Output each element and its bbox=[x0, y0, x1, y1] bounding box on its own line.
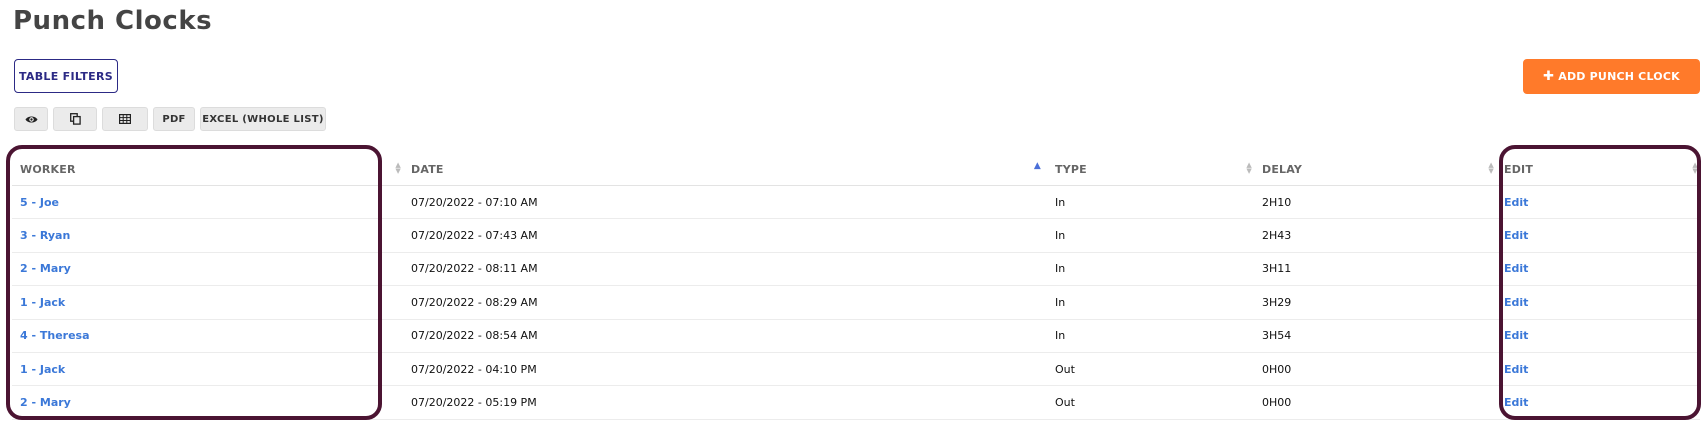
copy-icon bbox=[69, 113, 81, 125]
sort-icon: ▲ ▼ bbox=[1692, 161, 1698, 175]
excel-button[interactable]: EXCEL (WHOLE LIST) bbox=[200, 107, 326, 131]
delay-cell: 0H00 bbox=[1254, 352, 1496, 387]
date-cell: 07/20/2022 - 08:29 AM bbox=[403, 285, 1047, 320]
delay-cell: 0H00 bbox=[1254, 385, 1496, 420]
punch-clock-table: WORKER ▲ ▼ DATE ▲ TYPE ▲ ▼ DELAY ▲ ▼ EDIT ▲… bbox=[12, 153, 1700, 420]
column-header-worker[interactable]: WORKER ▲ ▼ bbox=[12, 153, 403, 186]
type-cell: Out bbox=[1047, 385, 1254, 420]
delay-cell: 2H43 bbox=[1254, 218, 1496, 253]
edit-link[interactable]: Edit bbox=[1496, 185, 1700, 220]
sort-icon: ▲ ▼ bbox=[1246, 161, 1252, 175]
date-cell: 07/20/2022 - 05:19 PM bbox=[403, 385, 1047, 420]
worker-link[interactable]: 3 - Ryan bbox=[12, 218, 403, 253]
table-row: 2 - Mary 07/20/2022 - 05:19 PM Out 0H00 … bbox=[12, 385, 1700, 420]
table-icon bbox=[119, 114, 131, 124]
date-cell: 07/20/2022 - 04:10 PM bbox=[403, 352, 1047, 387]
add-punch-clock-button[interactable]: ✚ ADD PUNCH CLOCK bbox=[1523, 59, 1700, 94]
table-row: 2 - Mary 07/20/2022 - 08:11 AM In 3H11 E… bbox=[12, 252, 1700, 287]
table-row: 1 - Jack 07/20/2022 - 08:29 AM In 3H29 E… bbox=[12, 285, 1700, 320]
date-cell: 07/20/2022 - 07:43 AM bbox=[403, 218, 1047, 253]
worker-link[interactable]: 2 - Mary bbox=[12, 252, 403, 287]
type-cell: In bbox=[1047, 185, 1254, 220]
table-filters-button[interactable]: TABLE FILTERS bbox=[14, 59, 118, 93]
sort-icon: ▲ ▼ bbox=[395, 161, 401, 175]
column-header-date[interactable]: DATE ▲ bbox=[403, 153, 1047, 186]
table-row: 5 - Joe 07/20/2022 - 07:10 AM In 2H10 Ed… bbox=[12, 185, 1700, 220]
table-header-row: WORKER ▲ ▼ DATE ▲ TYPE ▲ ▼ DELAY ▲ ▼ EDIT ▲… bbox=[12, 153, 1700, 186]
edit-link[interactable]: Edit bbox=[1496, 252, 1700, 287]
edit-link[interactable]: Edit bbox=[1496, 385, 1700, 420]
type-cell: In bbox=[1047, 218, 1254, 253]
type-cell: Out bbox=[1047, 352, 1254, 387]
delay-cell: 3H11 bbox=[1254, 252, 1496, 287]
worker-link[interactable]: 4 - Theresa bbox=[12, 319, 403, 353]
edit-link[interactable]: Edit bbox=[1496, 285, 1700, 320]
date-cell: 07/20/2022 - 08:54 AM bbox=[403, 319, 1047, 353]
sort-icon: ▲ ▼ bbox=[1488, 161, 1494, 175]
worker-link[interactable]: 1 - Jack bbox=[12, 285, 403, 320]
edit-link[interactable]: Edit bbox=[1496, 319, 1700, 353]
type-cell: In bbox=[1047, 252, 1254, 287]
column-header-type[interactable]: TYPE ▲ ▼ bbox=[1047, 153, 1254, 186]
sort-asc-icon: ▲ bbox=[1033, 161, 1041, 171]
table-row: 1 - Jack 07/20/2022 - 04:10 PM Out 0H00 … bbox=[12, 352, 1700, 387]
table-row: 4 - Theresa 07/20/2022 - 08:54 AM In 3H5… bbox=[12, 319, 1700, 353]
column-header-delay[interactable]: DELAY ▲ ▼ bbox=[1254, 153, 1496, 186]
edit-link[interactable]: Edit bbox=[1496, 352, 1700, 387]
delay-cell: 2H10 bbox=[1254, 185, 1496, 220]
add-punch-clock-label: ADD PUNCH CLOCK bbox=[1558, 70, 1680, 83]
pdf-button[interactable]: PDF bbox=[153, 107, 195, 131]
date-cell: 07/20/2022 - 07:10 AM bbox=[403, 185, 1047, 220]
column-header-edit[interactable]: EDIT ▲ ▼ bbox=[1496, 153, 1700, 186]
type-cell: In bbox=[1047, 285, 1254, 320]
delay-cell: 3H29 bbox=[1254, 285, 1496, 320]
worker-link[interactable]: 2 - Mary bbox=[12, 385, 403, 420]
csv-button[interactable] bbox=[102, 107, 148, 131]
worker-link[interactable]: 1 - Jack bbox=[12, 352, 403, 387]
eye-icon bbox=[25, 116, 37, 122]
column-visibility-button[interactable] bbox=[14, 107, 48, 131]
copy-button[interactable] bbox=[53, 107, 97, 131]
date-cell: 07/20/2022 - 08:11 AM bbox=[403, 252, 1047, 287]
edit-link[interactable]: Edit bbox=[1496, 218, 1700, 253]
table-row: 3 - Ryan 07/20/2022 - 07:43 AM In 2H43 E… bbox=[12, 218, 1700, 253]
page-title: Punch Clocks bbox=[13, 6, 213, 36]
plus-icon: ✚ bbox=[1543, 69, 1555, 84]
type-cell: In bbox=[1047, 319, 1254, 353]
worker-link[interactable]: 5 - Joe bbox=[12, 185, 403, 220]
delay-cell: 3H54 bbox=[1254, 319, 1496, 353]
export-toolbar: PDF EXCEL (WHOLE LIST) bbox=[14, 107, 326, 131]
